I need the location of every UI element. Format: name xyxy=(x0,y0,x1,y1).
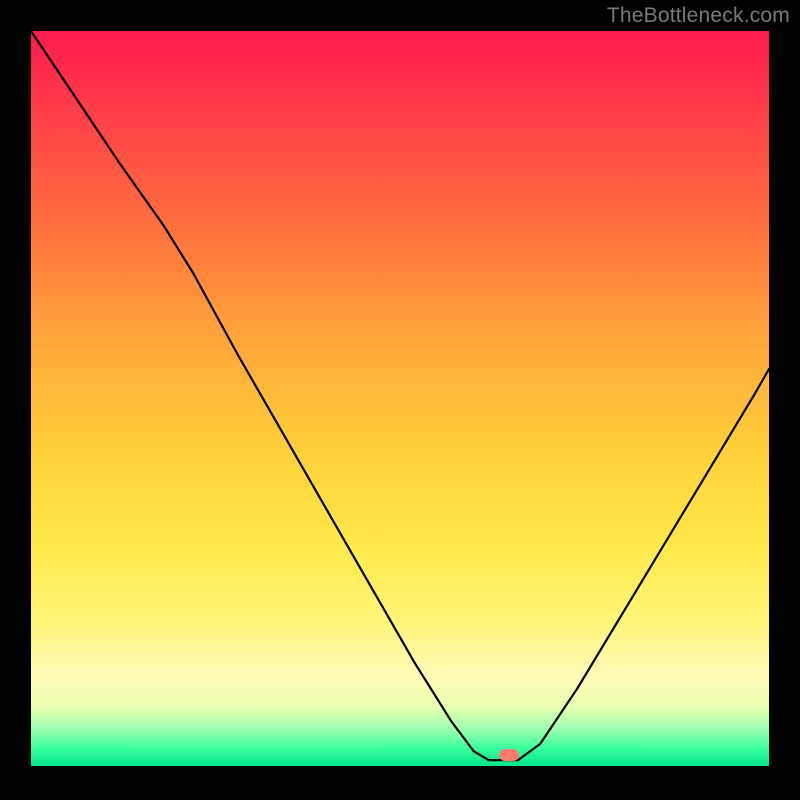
watermark-label: TheBottleneck.com xyxy=(607,4,790,28)
bottleneck-curve xyxy=(31,31,769,766)
plot-area xyxy=(31,31,769,766)
chart-container: TheBottleneck.com xyxy=(0,0,800,800)
optimal-marker xyxy=(499,749,519,761)
